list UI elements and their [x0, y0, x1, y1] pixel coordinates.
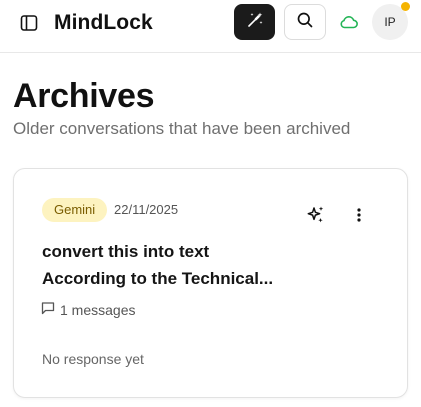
- search-button[interactable]: [284, 4, 326, 40]
- sparkles-icon: [306, 205, 326, 230]
- notification-dot: [401, 2, 410, 11]
- conversation-title: convert this into text According to the …: [42, 238, 382, 292]
- top-bar: MindLock IP: [0, 0, 421, 53]
- app-title: MindLock: [54, 11, 153, 34]
- conversation-title-line-2: According to the Technical...: [42, 269, 274, 288]
- conversation-date: 22/11/2025: [114, 202, 179, 217]
- more-vertical-icon: [356, 207, 362, 228]
- message-count: 1 messages: [41, 301, 135, 318]
- archived-conversation-card[interactable]: Gemini 22/11/2025 convert this into text…: [13, 168, 408, 398]
- sidebar-toggle-icon[interactable]: [18, 12, 40, 34]
- message-count-label: 1 messages: [60, 301, 136, 318]
- page-subtitle: Older conversations that have been archi…: [13, 119, 351, 138]
- magic-wand-button[interactable]: [234, 4, 275, 40]
- message-icon: [41, 301, 55, 318]
- magic-wand-icon: [246, 11, 264, 34]
- more-options-button[interactable]: [349, 205, 369, 229]
- search-icon: [296, 11, 314, 34]
- cloud-icon[interactable]: [338, 12, 360, 32]
- conversation-title-line-1: convert this into text: [42, 242, 210, 261]
- page-title: Archives: [13, 77, 155, 115]
- model-badge: Gemini: [42, 198, 108, 222]
- response-status: No response yet: [42, 351, 144, 367]
- ai-sparkle-button[interactable]: [304, 205, 328, 229]
